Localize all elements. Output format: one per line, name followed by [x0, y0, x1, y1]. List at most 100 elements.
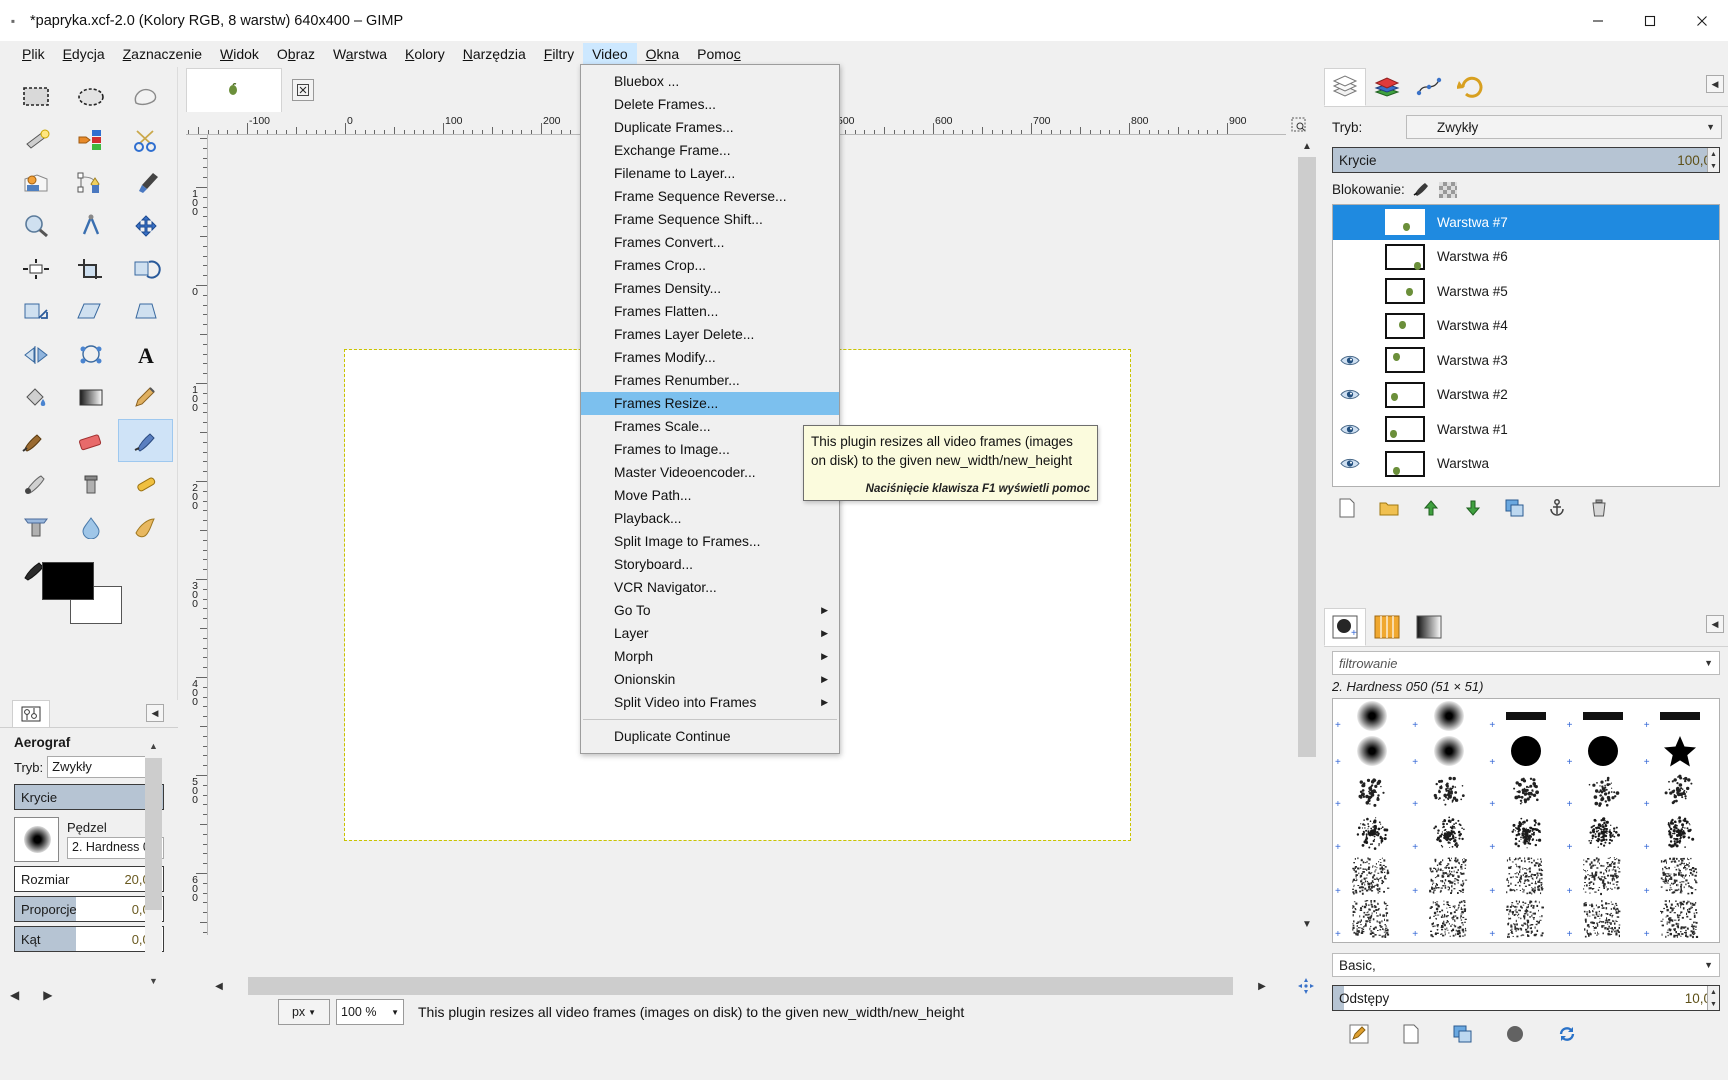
- undo-history-icon[interactable]: [1450, 68, 1492, 106]
- rotate-icon[interactable]: [118, 247, 173, 290]
- free-select-icon[interactable]: [118, 75, 173, 118]
- collapse-icon[interactable]: ◀: [1706, 75, 1724, 93]
- scroll-up-icon[interactable]: ▲: [1296, 135, 1318, 157]
- menu-item-exchange-frame[interactable]: Exchange Frame...: [581, 139, 839, 162]
- brush-cell[interactable]: +: [1333, 733, 1410, 771]
- brush-cell[interactable]: +: [1410, 812, 1487, 856]
- brush-cell[interactable]: +: [1642, 899, 1719, 943]
- menu-video[interactable]: Video: [583, 43, 637, 65]
- size-slider[interactable]: Rozmiar 20,00: [14, 866, 164, 892]
- raise-layer-icon[interactable]: [1420, 497, 1442, 519]
- measure-icon[interactable]: [63, 204, 118, 247]
- menu-edycja[interactable]: Edycja: [54, 43, 114, 65]
- menu-item-morph[interactable]: Morph ▶: [581, 645, 839, 668]
- brush-cell[interactable]: +: [1487, 812, 1564, 856]
- lock-alpha-icon[interactable]: [1439, 182, 1457, 198]
- collapse-icon[interactable]: ◀: [1706, 615, 1724, 633]
- foreground-select-icon[interactable]: [8, 161, 63, 204]
- zoom-select[interactable]: 100 % ▼: [336, 999, 404, 1025]
- menu-pomoc[interactable]: Pomoc: [688, 43, 750, 65]
- menu-item-frames-scale[interactable]: Frames Scale...: [581, 415, 839, 438]
- ink-icon[interactable]: [8, 462, 63, 505]
- perspective-icon[interactable]: [118, 290, 173, 333]
- anchor-layer-icon[interactable]: [1546, 497, 1568, 519]
- layer-row[interactable]: Warstwa #2: [1333, 378, 1719, 413]
- brush-tag-select[interactable]: Basic, ▼: [1332, 953, 1720, 977]
- shear-icon[interactable]: [63, 290, 118, 333]
- alignment-icon[interactable]: [8, 247, 63, 290]
- brush-cell[interactable]: +: [1410, 733, 1487, 771]
- menu-item-duplicate-frames[interactable]: Duplicate Frames...: [581, 116, 839, 139]
- color-picker-icon[interactable]: [118, 161, 173, 204]
- layer-visibility-eye-icon[interactable]: [1333, 457, 1367, 470]
- menu-item-frames-modify[interactable]: Frames Modify...: [581, 346, 839, 369]
- brush-cell[interactable]: +: [1410, 699, 1487, 733]
- brush-cell[interactable]: +: [1333, 899, 1410, 943]
- perspective-clone-icon[interactable]: [8, 505, 63, 548]
- collapse-icon[interactable]: ◀: [146, 704, 164, 722]
- paintbrush-icon[interactable]: [8, 419, 63, 462]
- flip-icon[interactable]: [8, 333, 63, 376]
- heal-icon[interactable]: [118, 462, 173, 505]
- new-brush-icon[interactable]: [1400, 1023, 1422, 1045]
- airbrush-icon[interactable]: [118, 419, 173, 462]
- save-options-icon[interactable]: ▶: [43, 988, 52, 1002]
- mode-select[interactable]: Zwykły: [47, 756, 148, 778]
- layer-visibility-eye-icon[interactable]: [1333, 423, 1367, 436]
- brush-cell[interactable]: +: [1565, 855, 1642, 899]
- menu-item-master-videoencoder[interactable]: Master Videoencoder...: [581, 461, 839, 484]
- brush-cell[interactable]: +: [1410, 855, 1487, 899]
- lower-layer-icon[interactable]: [1462, 497, 1484, 519]
- brushes-icon[interactable]: +: [1324, 608, 1366, 646]
- delete-brush-icon[interactable]: [1504, 1023, 1526, 1045]
- fuzzy-select-icon[interactable]: [8, 118, 63, 161]
- lock-pixels-icon[interactable]: [1413, 180, 1431, 199]
- brush-cell[interactable]: +: [1410, 899, 1487, 943]
- menu-item-frames-convert[interactable]: Frames Convert...: [581, 231, 839, 254]
- menu-item-frames-renumber[interactable]: Frames Renumber...: [581, 369, 839, 392]
- clone-icon[interactable]: [63, 462, 118, 505]
- spacing-spinner[interactable]: ▲ ▼: [1707, 986, 1719, 1010]
- blur-icon[interactable]: [63, 505, 118, 548]
- brush-cell[interactable]: +: [1642, 733, 1719, 771]
- tool-options-icon[interactable]: [12, 700, 50, 727]
- menu-item-move-path[interactable]: Move Path...: [581, 484, 839, 507]
- gradient-icon[interactable]: [63, 376, 118, 419]
- layer-row[interactable]: Warstwa #7: [1333, 205, 1719, 240]
- layer-list[interactable]: Warstwa #7 Warstwa #6 Warstwa #5 Warstwa #4…: [1332, 204, 1720, 487]
- edit-brush-icon[interactable]: [1348, 1023, 1370, 1045]
- scroll-down-icon[interactable]: ▼: [1296, 913, 1318, 935]
- layer-visibility-eye-icon[interactable]: [1333, 354, 1367, 367]
- menu-item-onionskin[interactable]: Onionskin ▶: [581, 668, 839, 691]
- eraser-icon[interactable]: [63, 419, 118, 462]
- paths-icon[interactable]: [1408, 68, 1450, 106]
- duplicate-layer-icon[interactable]: [1504, 497, 1526, 519]
- new-group-icon[interactable]: [1378, 497, 1400, 519]
- menu-zaznaczenie[interactable]: Zaznaczenie: [114, 43, 211, 65]
- layer-mode-select[interactable]: Zwykły ▼: [1406, 115, 1722, 139]
- menu-item-frames-density[interactable]: Frames Density...: [581, 277, 839, 300]
- layers-icon[interactable]: [1324, 68, 1366, 106]
- canvas-horizontal-scrollbar[interactable]: ◀ ▶: [208, 975, 1273, 997]
- select-by-color-icon[interactable]: [63, 118, 118, 161]
- brush-cell[interactable]: +: [1487, 733, 1564, 771]
- menu-item-frame-sequence-reverse[interactable]: Frame Sequence Reverse...: [581, 185, 839, 208]
- tool-options-scrollbar[interactable]: ▲ ▼: [145, 736, 162, 991]
- ellipse-select-icon[interactable]: [63, 75, 118, 118]
- menu-obraz[interactable]: Obraz: [268, 43, 324, 65]
- refresh-brushes-icon[interactable]: [1556, 1023, 1578, 1045]
- menu-item-vcr-navigator[interactable]: VCR Navigator...: [581, 576, 839, 599]
- brush-spacing-slider[interactable]: Odstępy 10,0 ▲ ▼: [1332, 985, 1720, 1011]
- quick-mask-icon[interactable]: [1286, 113, 1310, 135]
- menu-item-layer[interactable]: Layer ▶: [581, 622, 839, 645]
- foreground-color-swatch[interactable]: [42, 562, 94, 600]
- layer-row[interactable]: Warstwa #1: [1333, 412, 1719, 447]
- maximize-button[interactable]: [1624, 0, 1676, 41]
- brush-grid[interactable]: + + + + + + + + + + + + + + + + + + + + + + + + + + + + + +: [1332, 698, 1720, 943]
- navigate-icon[interactable]: [1294, 975, 1318, 997]
- brush-filter-input[interactable]: filtrowanie ▼: [1332, 651, 1720, 675]
- brush-cell[interactable]: +: [1487, 699, 1564, 733]
- paths-icon[interactable]: [63, 161, 118, 204]
- channels-icon[interactable]: [1366, 68, 1408, 106]
- menu-warstwa[interactable]: Warstwa: [324, 43, 396, 65]
